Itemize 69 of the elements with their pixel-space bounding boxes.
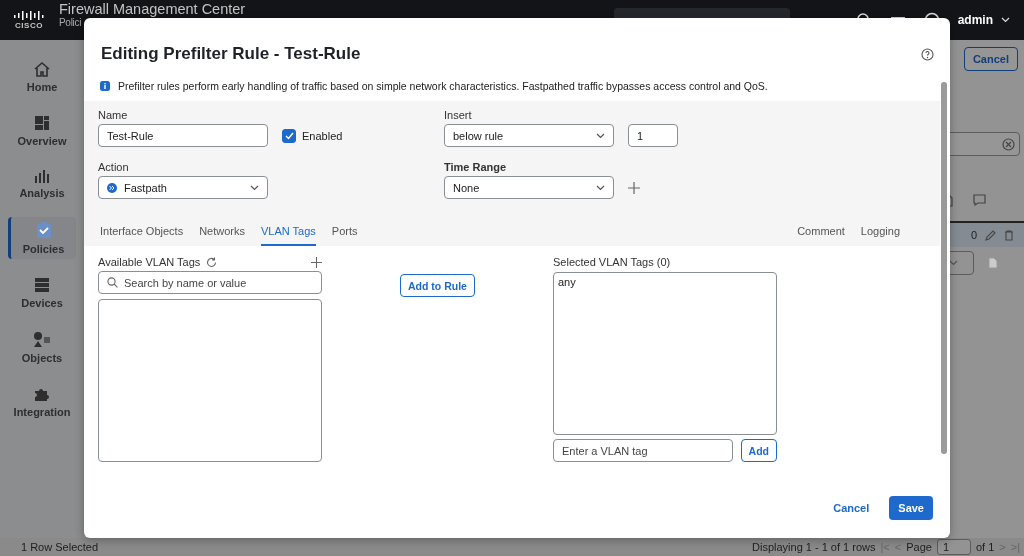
refresh-icon[interactable] [206,256,218,268]
clear-icon[interactable] [1002,137,1015,151]
shapes-icon [33,331,51,348]
list-item[interactable]: any [558,276,772,288]
cancel-button[interactable]: Cancel [963,47,1018,71]
search-icon [107,277,118,288]
chevron-down-icon [596,132,605,139]
cisco-logo: CISCO [12,10,46,30]
field-label: Name [98,109,129,121]
action-dropdown[interactable]: Fastpath [98,176,268,199]
add-to-rule-button[interactable]: Add to Rule [400,274,475,297]
sidebar-item[interactable]: Home [8,57,76,97]
dashboard-icon [34,115,50,131]
save-button[interactable]: Save [889,496,933,520]
tab[interactable]: Ports [331,219,358,246]
page-input[interactable]: 1 [936,539,971,555]
rule-number-field[interactable]: 1 [628,124,678,147]
help-icon[interactable] [921,47,934,61]
document-icon[interactable] [988,257,998,269]
name-field[interactable]: Test-Rule [98,124,268,147]
sidebar-item[interactable]: Devices [8,273,76,313]
page-label: Page [906,541,932,553]
field-label: Insert [444,109,473,121]
checkbox-label: Enabled [302,129,343,142]
search-field[interactable]: Search by name or value [98,271,322,294]
clipboard-check-icon [35,221,52,239]
tab[interactable]: Interface Objects [100,219,184,246]
time-range-dropdown[interactable]: None [444,176,614,199]
sidebar-item[interactable]: Objects [8,327,76,368]
chevron-down-icon [596,184,605,191]
page-total: of 1 [975,541,995,553]
chevron-down-icon [250,184,259,191]
bar-chart-icon [34,169,50,183]
dialog-title: Editing Prefilter Rule - Test-Rule [101,44,361,64]
plus-icon[interactable] [628,181,640,194]
page-breadcrumb: Polici [59,17,82,29]
comment-icon[interactable] [973,194,986,206]
pencil-icon[interactable] [985,229,996,241]
checkbox[interactable] [282,128,296,143]
tab[interactable]: Comment [797,219,845,246]
table-cell: 0 [970,229,977,241]
app-title: Firewall Management Center [59,1,246,17]
add-button[interactable]: Add [740,439,777,462]
scrollbar[interactable] [941,82,947,454]
selection-status: 1 Row Selected [21,541,99,553]
plus-icon[interactable] [311,256,322,268]
panel-label: Available VLAN Tags [98,256,201,268]
user-menu[interactable]: admin [957,13,993,27]
chevron-down-icon [1001,17,1010,23]
cancel-button[interactable]: Cancel [829,498,874,518]
field-label: Time Range [444,161,508,173]
sidebar-item[interactable]: Overview [8,111,76,151]
puzzle-piece-icon [34,386,50,402]
field-label: Action [98,161,130,173]
trash-icon[interactable] [1004,229,1014,241]
panel-label: Selected VLAN Tags (0) [553,256,672,268]
home-icon [33,61,51,77]
fastpath-icon [107,182,117,193]
sidebar-item[interactable]: Integration [8,382,76,422]
info-icon [100,81,110,91]
sidebar-item[interactable]: Policies [8,217,76,259]
server-stack-icon [34,277,50,293]
insert-dropdown[interactable]: below rule [444,124,614,147]
pager-summary: Displaying 1 - 1 of 1 rows [752,541,876,553]
sidebar-item[interactable]: Analysis [8,165,76,203]
vlan-tag-field[interactable]: Enter a VLAN tag [553,439,733,462]
info-message: Prefilter rules perform early handling of traffic based on simple network characteristics. Fastpathed traffic bypasses access control and QoS. [118,80,768,92]
tab[interactable]: VLAN Tags [261,219,316,246]
tab[interactable]: Networks [199,219,245,246]
